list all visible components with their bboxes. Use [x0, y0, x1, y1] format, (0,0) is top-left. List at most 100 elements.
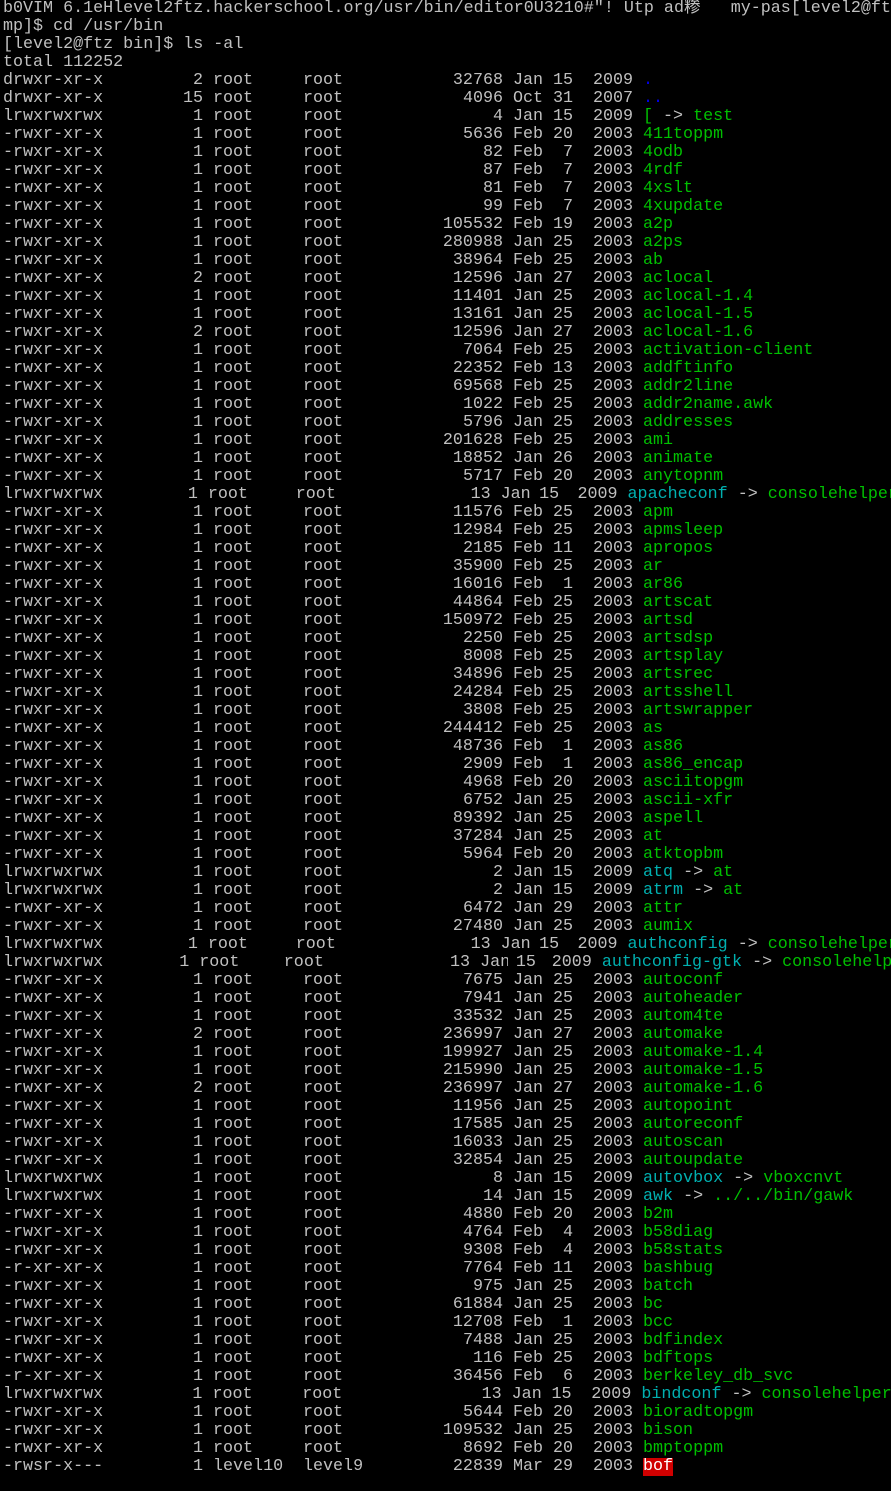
owner: root: [213, 216, 254, 234]
group: root: [303, 468, 344, 486]
file-name: addr2line: [643, 378, 734, 396]
listing-row: -rwsr-x--- 1 level10 level9 22839 Mar 29 2003 bo…: [3, 1458, 891, 1476]
link-count: 1: [192, 540, 203, 558]
year: 2003: [592, 252, 633, 270]
day: 25: [552, 666, 573, 684]
day: 6: [562, 1368, 573, 1386]
month: Feb: [513, 846, 543, 864]
link-count: 1: [192, 630, 203, 648]
month: Feb: [513, 576, 543, 594]
permissions: -rwxr-xr-x: [3, 1062, 104, 1080]
month: Jan: [513, 1044, 543, 1062]
month: Jan: [513, 1134, 543, 1152]
listing-row: -r-xr-xr-x 1 root root 7764 Feb 11 2003 bashbug: [3, 1260, 891, 1278]
group: root: [303, 234, 344, 252]
owner: root: [213, 1044, 254, 1062]
listing-row: -rwxr-xr-x 1 root root 11576 Feb 25 2003 apm: [3, 504, 891, 522]
day: 20: [552, 126, 573, 144]
file-name: batch: [643, 1278, 694, 1296]
file-size: 12596: [452, 324, 503, 342]
file-name: artsdsp: [643, 630, 714, 648]
file-size: 69568: [452, 378, 503, 396]
link-count: 1: [192, 792, 203, 810]
year: 2003: [592, 1440, 633, 1458]
year: 2003: [592, 360, 633, 378]
group: root: [303, 342, 344, 360]
day: 15: [552, 1170, 573, 1188]
month: Jan: [513, 108, 543, 126]
symlink-target: consolehelper: [767, 936, 891, 954]
permissions: -rwxr-xr-x: [3, 522, 104, 540]
file-name: as86: [643, 738, 684, 756]
owner: root: [207, 486, 248, 504]
file-size: 5644: [462, 1404, 503, 1422]
permissions: -rwsr-x---: [3, 1458, 104, 1476]
month: Feb: [513, 594, 543, 612]
listing-row: -rwxr-xr-x 1 root root 150972 Feb 25 2003 artsd: [3, 612, 891, 630]
owner: root: [213, 396, 254, 414]
month: Feb: [513, 1206, 543, 1224]
listing-row: -rwxr-xr-x 1 root root 5717 Feb 20 2003 anytopnm: [3, 468, 891, 486]
owner: level10: [213, 1458, 284, 1476]
permissions: -rwxr-xr-x: [3, 1026, 104, 1044]
permissions: -rwxr-xr-x: [3, 1278, 104, 1296]
link-count: 1: [192, 756, 203, 774]
permissions: -rwxr-xr-x: [3, 684, 104, 702]
group: root: [303, 1134, 344, 1152]
day: 25: [552, 396, 573, 414]
year: 2003: [592, 144, 633, 162]
listing-row: -rwxr-xr-x 2 root root 12596 Jan 27 2003 aclocal…: [3, 324, 891, 342]
file-size: 215990: [442, 1062, 503, 1080]
listing-row: -rwxr-xr-x 1 root root 35900 Feb 25 2003 ar: [3, 558, 891, 576]
file-name: automake-1.5: [643, 1062, 764, 1080]
symlink-target: at: [723, 882, 744, 900]
year: 2003: [592, 198, 633, 216]
link-count: 1: [192, 1044, 203, 1062]
listing-row: -rwxr-xr-x 1 root root 7064 Feb 25 2003 activati…: [3, 342, 891, 360]
file-name: [: [643, 108, 654, 126]
group: root: [303, 918, 344, 936]
group: root: [283, 954, 324, 972]
file-name: automake: [643, 1026, 724, 1044]
link-count: 1: [192, 1098, 203, 1116]
listing-row: drwxr-xr-x 15 root root 4096 Oct 31 2007..: [3, 90, 891, 108]
listing-row: -rwxr-xr-x 1 root root 2250 Feb 25 2003 artsdsp: [3, 630, 891, 648]
owner: root: [213, 126, 254, 144]
month: Feb: [513, 1260, 543, 1278]
symlink-arrow: ->: [752, 954, 773, 972]
file-size: 12596: [452, 270, 503, 288]
month: Jan: [513, 288, 543, 306]
year: 2003: [592, 612, 633, 630]
year: 2003: [592, 648, 633, 666]
owner: root: [213, 306, 254, 324]
file-size: 7064: [462, 342, 503, 360]
link-count: 1: [192, 162, 203, 180]
group: root: [295, 486, 336, 504]
file-size: 2: [492, 864, 503, 882]
month: Feb: [513, 756, 543, 774]
day: 25: [552, 558, 573, 576]
listing-row: lrwxrwxrwx 1 root root 14 Jan 15 2009 awk -> ../…: [3, 1188, 891, 1206]
year: 2009: [592, 108, 633, 126]
year: 2009: [592, 882, 633, 900]
owner: root: [199, 954, 240, 972]
file-name: .: [643, 72, 654, 90]
link-count: 1: [192, 1386, 203, 1404]
month: Feb: [513, 558, 543, 576]
owner: root: [213, 522, 254, 540]
group: root: [303, 900, 344, 918]
year: 2003: [592, 792, 633, 810]
file-size: 4764: [462, 1224, 503, 1242]
terminal-window[interactable]: b0VIM 6.1eHlevel2ftz.hackerschool.org/us…: [0, 0, 891, 1491]
permissions: -rwxr-xr-x: [3, 792, 104, 810]
owner: root: [213, 1278, 254, 1296]
owner: root: [213, 1332, 254, 1350]
day: 27: [552, 270, 573, 288]
day: 25: [552, 1116, 573, 1134]
day: 15: [539, 936, 560, 954]
month: Jan: [513, 1080, 543, 1098]
month: Feb: [513, 1440, 543, 1458]
file-size: 89392: [452, 810, 503, 828]
link-count: 1: [192, 432, 203, 450]
permissions: lrwxrwxrwx: [3, 954, 104, 972]
